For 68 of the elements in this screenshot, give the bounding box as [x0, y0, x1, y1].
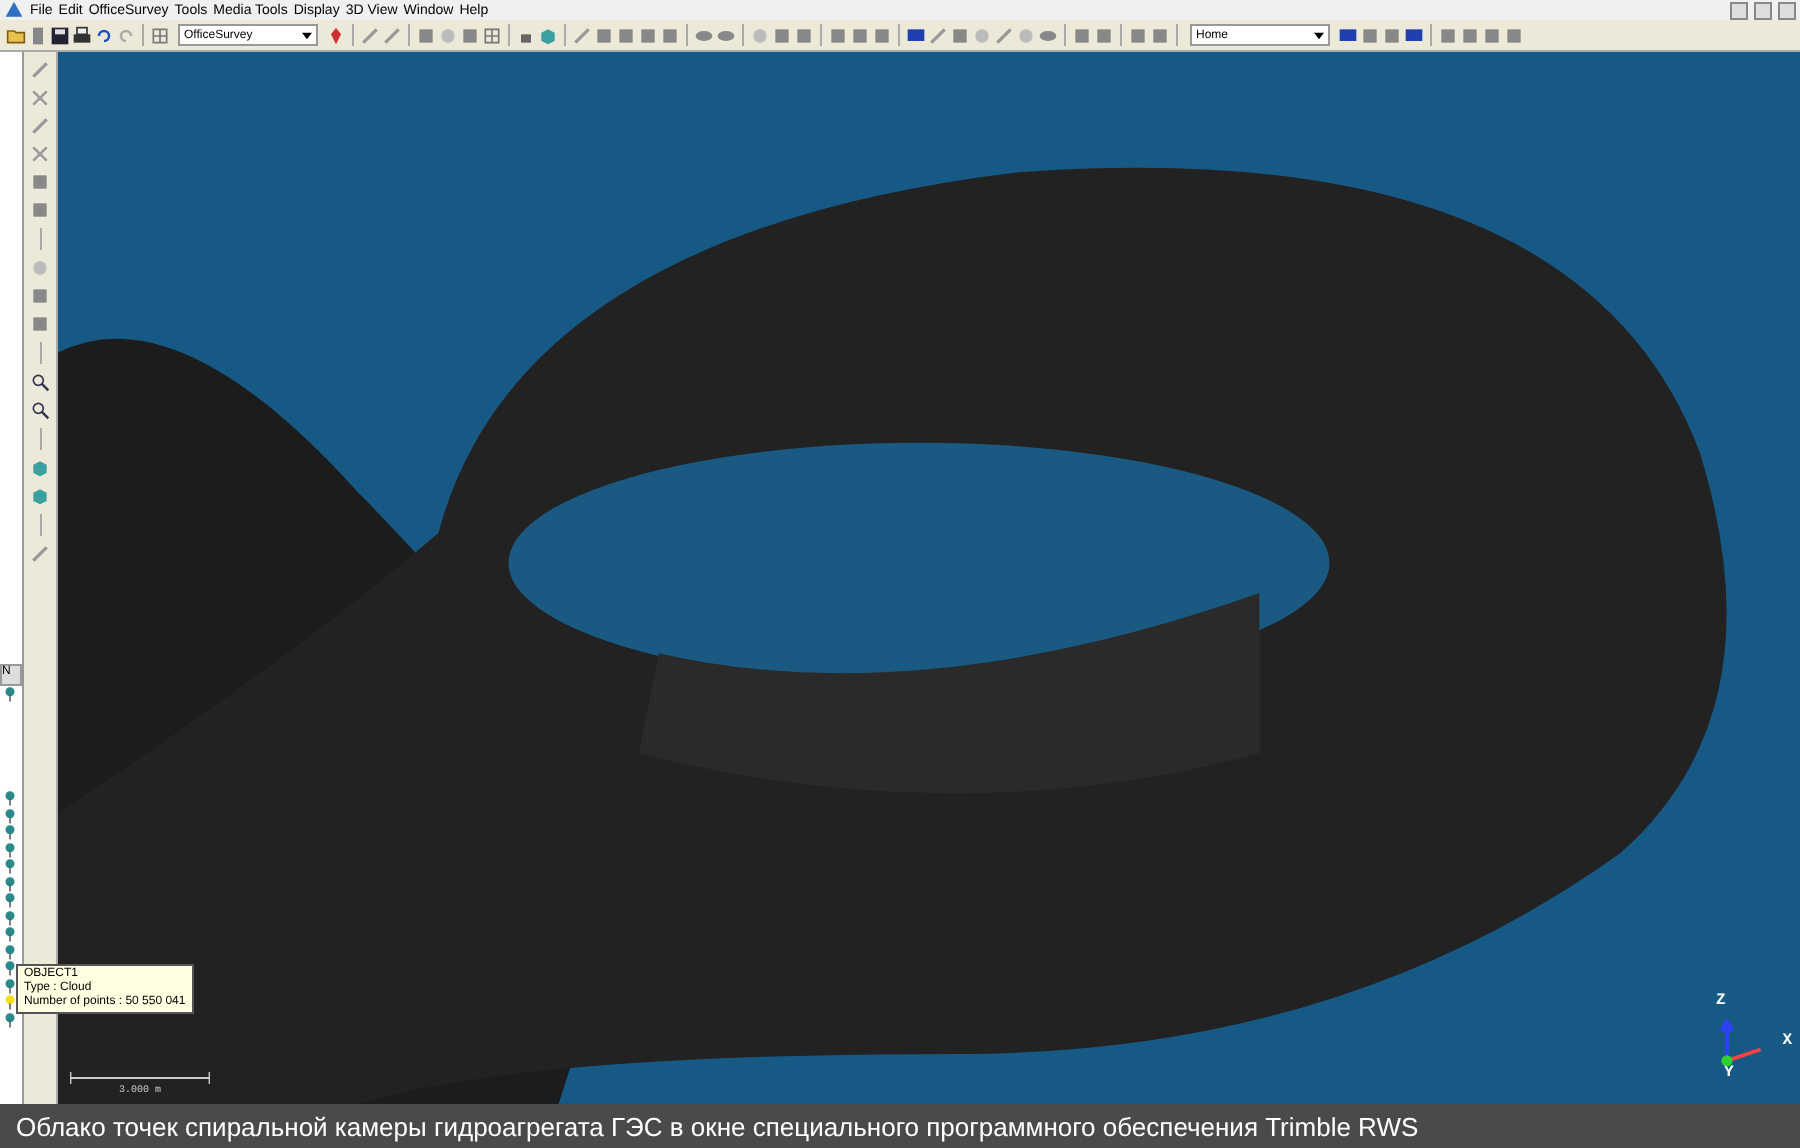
square-icon[interactable]: [30, 314, 50, 334]
axis-label: X: [1782, 1032, 1792, 1050]
caret-icon: [302, 31, 312, 39]
save-icon[interactable]: [50, 25, 70, 45]
square-icon[interactable]: [460, 25, 480, 45]
square-icon[interactable]: [1438, 25, 1458, 45]
square-icon[interactable]: [1460, 25, 1480, 45]
zoom-icon[interactable]: [30, 400, 50, 420]
object-pin-icon[interactable]: [4, 909, 16, 925]
square-icon[interactable]: [1150, 25, 1170, 45]
square-icon[interactable]: [660, 25, 680, 45]
grid-icon[interactable]: [150, 25, 170, 45]
object-pin-icon[interactable]: [4, 841, 16, 857]
square-icon[interactable]: [416, 25, 436, 45]
monitor-icon[interactable]: [906, 25, 926, 45]
scale-bar: [70, 1072, 210, 1084]
minimize-button[interactable]: [1730, 1, 1748, 19]
object-pin-icon[interactable]: [4, 686, 16, 702]
cube-icon[interactable]: [538, 25, 558, 45]
object-pin-icon[interactable]: [4, 790, 16, 806]
object-pin-icon[interactable]: [4, 875, 16, 891]
zoom-icon[interactable]: [30, 372, 50, 392]
caret-icon: [1314, 31, 1324, 39]
caption-text: Облако точек спиральной камеры гидроагрегата ГЭС в окне специального программного обеспечения Trimble RWS: [16, 1111, 1419, 1141]
cross-icon[interactable]: [30, 88, 50, 108]
square-icon[interactable]: [30, 172, 50, 192]
square-icon[interactable]: [30, 286, 50, 306]
square-icon[interactable]: [1094, 25, 1114, 45]
object-pin-icon[interactable]: [4, 977, 16, 993]
object-pin-icon[interactable]: [4, 807, 16, 823]
object-pin-icon[interactable]: [4, 892, 16, 908]
monitor-icon[interactable]: [1404, 25, 1424, 45]
square-icon[interactable]: [1482, 25, 1502, 45]
object-pin-icon[interactable]: [4, 994, 16, 1010]
print-icon[interactable]: [72, 25, 92, 45]
axis-label: Y: [1724, 1064, 1734, 1082]
square-icon[interactable]: [950, 25, 970, 45]
undo-icon[interactable]: [94, 25, 114, 45]
object-pin-icon[interactable]: [4, 824, 16, 840]
close-button[interactable]: [1778, 1, 1796, 19]
circle-icon[interactable]: [972, 25, 992, 45]
square-icon[interactable]: [850, 25, 870, 45]
square-icon[interactable]: [30, 200, 50, 220]
square-icon[interactable]: [638, 25, 658, 45]
square-icon[interactable]: [616, 25, 636, 45]
circle-icon[interactable]: [1016, 25, 1036, 45]
circle-icon[interactable]: [438, 25, 458, 45]
circle-icon[interactable]: [750, 25, 770, 45]
grid-icon[interactable]: [482, 25, 502, 45]
square-icon[interactable]: [1128, 25, 1148, 45]
circle-icon[interactable]: [30, 258, 50, 278]
object-pin-icon[interactable]: [4, 926, 16, 942]
square-icon[interactable]: [794, 25, 814, 45]
restore-button[interactable]: [1754, 1, 1772, 19]
folder-icon[interactable]: [6, 25, 26, 45]
monitor-icon[interactable]: [1338, 25, 1358, 45]
object-pin-icon[interactable]: [4, 858, 16, 874]
square-icon[interactable]: [1072, 25, 1092, 45]
object-pin-icon[interactable]: [4, 943, 16, 959]
square-icon[interactable]: [772, 25, 792, 45]
square-icon[interactable]: [872, 25, 892, 45]
square-icon[interactable]: [1504, 25, 1524, 45]
square-icon[interactable]: [828, 25, 848, 45]
square-icon[interactable]: [594, 25, 614, 45]
cross-icon[interactable]: [30, 144, 50, 164]
axis-label: Z: [1716, 992, 1726, 1010]
object-pin-icon[interactable]: [4, 1011, 16, 1027]
object-pin-icon[interactable]: [4, 960, 16, 976]
